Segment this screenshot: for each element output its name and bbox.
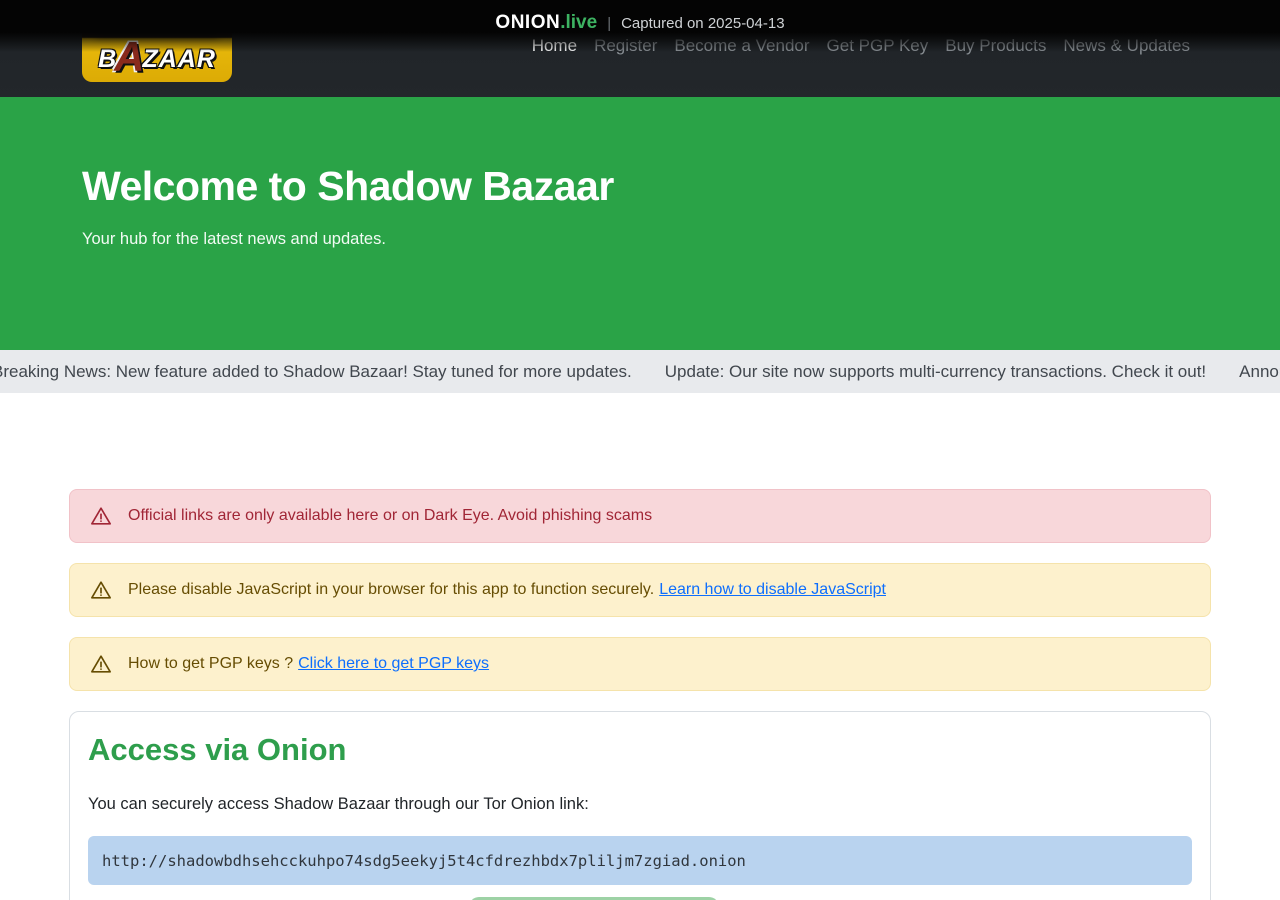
- nav-item-become-a-vendor[interactable]: Become a Vendor: [674, 36, 809, 56]
- disable-javascript-alert-text: Please disable JavaScript in your browse…: [128, 581, 654, 599]
- ticker-item: Breaking News: New feature added to Shad…: [0, 362, 632, 382]
- main-content: Official links are only available here o…: [69, 489, 1211, 900]
- navbar: BAZAAR Home Register Become a Vendor Get…: [0, 0, 1280, 97]
- capture-separator: |: [607, 15, 611, 32]
- main-nav: Home Register Become a Vendor Get PGP Ke…: [532, 36, 1190, 56]
- hero-title: Welcome to Shadow Bazaar: [82, 163, 1280, 210]
- ticker-item: Update: Our site now supports multi-curr…: [665, 362, 1206, 382]
- shadow-bazaar-logo[interactable]: BAZAAR: [82, 12, 232, 82]
- card-description: You can securely access Shadow Bazaar th…: [88, 795, 1192, 814]
- nav-item-register[interactable]: Register: [594, 36, 657, 56]
- warning-triangle-icon: [90, 579, 112, 601]
- card-title: Access via Onion: [88, 732, 1192, 768]
- brand-onion: ONION: [495, 12, 560, 33]
- warning-triangle-icon: [90, 653, 112, 675]
- nav-item-get-pgp-key[interactable]: Get PGP Key: [827, 36, 929, 56]
- capture-brand: ONION.live: [495, 12, 597, 34]
- brand-live-suffix: .live: [560, 12, 597, 33]
- onion-url-box[interactable]: http://shadowbdhsehcckuhpo74sdg5eekyj5t4…: [88, 836, 1192, 885]
- news-ticker: Breaking News: New feature added to Shad…: [0, 350, 1280, 393]
- news-ticker-track: Breaking News: New feature added to Shad…: [0, 362, 1280, 382]
- official-links-alert: Official links are only available here o…: [69, 489, 1211, 543]
- nav-item-news-updates[interactable]: News & Updates: [1063, 36, 1190, 56]
- onion-url: http://shadowbdhsehcckuhpo74sdg5eekyj5t4…: [102, 852, 746, 870]
- nav-item-buy-products[interactable]: Buy Products: [945, 36, 1046, 56]
- disable-javascript-alert: Please disable JavaScript in your browse…: [69, 563, 1211, 617]
- logo-text: BAZAAR: [82, 45, 232, 74]
- get-pgp-keys-link[interactable]: Click here to get PGP keys: [298, 655, 489, 673]
- disable-javascript-link[interactable]: Learn how to disable JavaScript: [659, 581, 886, 599]
- access-via-onion-card: Access via Onion You can securely access…: [69, 711, 1211, 900]
- ticker-item-partial: Annou: [1239, 362, 1280, 382]
- pgp-keys-alert-text: How to get PGP keys ?: [128, 655, 293, 673]
- warning-triangle-icon: [90, 505, 112, 527]
- logo-text-zaar: ZAAR: [142, 45, 215, 73]
- hero-banner: Welcome to Shadow Bazaar Your hub for th…: [0, 97, 1280, 350]
- hero-subtitle: Your hub for the latest news and updates…: [82, 230, 1280, 249]
- pgp-keys-alert: How to get PGP keys ? Click here to get …: [69, 637, 1211, 691]
- nav-item-home[interactable]: Home: [532, 36, 577, 56]
- official-links-alert-text: Official links are only available here o…: [128, 507, 652, 525]
- capture-date-caption: Captured on 2025-04-13: [621, 15, 784, 32]
